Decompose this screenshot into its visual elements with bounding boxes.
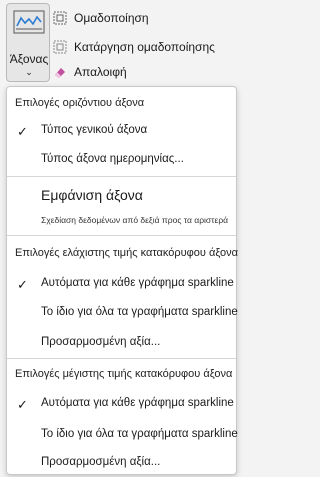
min-same-label: Το ίδιο για όλα τα γραφήματα sparkline [41,306,238,318]
ungroup-label: Κατάργηση ομαδοποίησης [74,40,215,54]
check-icon: ✓ [17,124,28,139]
plot-right-to-left-item[interactable]: Σχεδίαση δεδομένων από δεξιά προς τα αρι… [41,215,228,225]
clear-label: Απαλοιφή [74,65,127,79]
max-same-label: Το ίδιο για όλα τα γραφήματα sparkline [41,428,238,440]
chevron-down-icon: ⌄ [25,67,33,77]
date-axis-type-item[interactable]: Τύπος άξονα ημερομηνίας... [7,150,236,172]
check-icon: ✓ [17,277,28,292]
clear-button[interactable]: Απαλοιφή [52,62,127,82]
ungroup-button[interactable]: Κατάργηση ομαδοποίησης [52,37,215,57]
min-custom-label: Προσαρμοσμένη αξία... [41,336,161,348]
min-auto-item[interactable]: ✓ Αυτόματα για κάθε γράφημα sparkline [7,274,236,296]
axis-options-menu: Επιλογές οριζόντιου άξονα ✓ Τύπος γενικο… [6,86,238,475]
group-label: Ομαδοποίηση [74,11,149,25]
divider [7,235,236,236]
axis-chart-icon [13,10,45,45]
eraser-icon [52,64,68,80]
divider [7,358,236,359]
ungroup-icon [52,39,68,55]
group-button[interactable]: Ομαδοποίηση [52,8,149,28]
general-axis-type-item[interactable]: ✓ Τύπος γενικού άξονα [7,121,236,143]
min-same-for-all-item[interactable]: Το ίδιο για όλα τα γραφήματα sparkline [7,303,238,325]
date-axis-type-label: Τύπος άξονα ημερομηνίας... [41,153,184,165]
ribbon: Άξονας ⌄ Ομαδοποίηση Κατάργηση ομαδοποίη… [0,0,241,86]
vertical-max-section-title: Επιλογές μέγιστης τιμής κατακόρυφου άξον… [15,368,233,380]
axis-button-label: Άξονας [9,52,49,66]
min-custom-item[interactable]: Προσαρμοσμένη αξία... [7,333,236,355]
horizontal-axis-section-title: Επιλογές οριζόντιου άξονα [15,97,145,109]
vertical-min-section-title: Επιλογές ελάχιστης τιμής κατακόρυφου άξο… [15,247,238,259]
max-auto-label: Αυτόματα για κάθε γράφημα sparkline [41,397,234,409]
group-icon [52,10,68,26]
max-custom-item[interactable]: Προσαρμοσμένη αξία... [7,453,236,475]
max-custom-label: Προσαρμοσμένη αξία... [41,456,161,468]
min-auto-label: Αυτόματα για κάθε γράφημα sparkline [41,277,234,289]
show-axis-item[interactable]: Εμφάνιση άξονα [41,187,143,203]
axis-dropdown-button[interactable]: Άξονας ⌄ [6,3,50,82]
general-axis-type-label: Τύπος γενικού άξονα [41,124,148,136]
divider [7,176,236,177]
check-icon: ✓ [17,397,28,412]
max-auto-item[interactable]: ✓ Αυτόματα για κάθε γράφημα sparkline [7,394,236,416]
max-same-for-all-item[interactable]: Το ίδιο για όλα τα γραφήματα sparkline [7,425,238,447]
